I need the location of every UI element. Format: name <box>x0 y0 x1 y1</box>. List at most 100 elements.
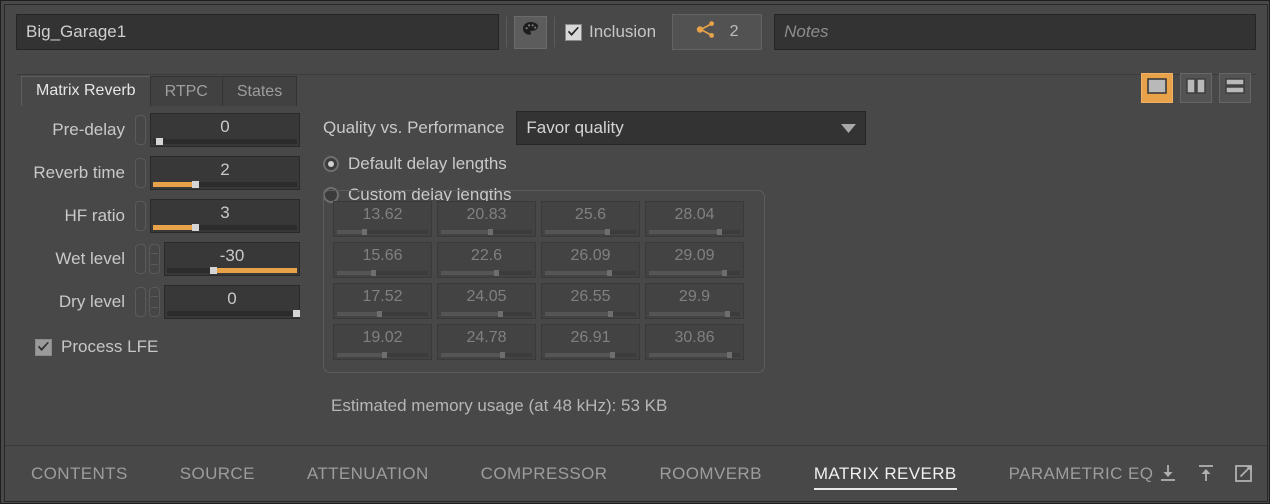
param-slider-pre-delay[interactable]: 0 <box>150 112 300 147</box>
delay-track[interactable] <box>337 229 428 235</box>
delay-track[interactable] <box>649 352 740 358</box>
delay-handle[interactable] <box>377 311 383 317</box>
slider-handle[interactable] <box>191 180 199 188</box>
bottom-tab-roomverb[interactable]: ROOMVERB <box>633 446 787 502</box>
delay-track[interactable] <box>441 311 532 317</box>
delay-cell[interactable]: 22.6 <box>437 242 536 278</box>
delay-cell[interactable]: 13.62 <box>333 201 432 237</box>
process-lfe-checkbox[interactable]: Process LFE <box>35 337 315 357</box>
automation-indicator[interactable] <box>149 286 160 317</box>
slider-handle[interactable] <box>191 223 199 231</box>
tab-rtpc[interactable]: RTPC <box>149 76 223 106</box>
delay-handle[interactable] <box>605 229 611 235</box>
notes-field[interactable]: Notes <box>774 14 1256 50</box>
rtpc-link-indicator[interactable] <box>135 286 146 317</box>
delay-cell[interactable]: 29.09 <box>645 242 744 278</box>
slider-handle[interactable] <box>155 137 163 145</box>
bottom-tab-compressor[interactable]: COMPRESSOR <box>455 446 634 502</box>
share-references-button[interactable]: 2 <box>672 14 763 50</box>
delay-handle[interactable] <box>724 311 730 317</box>
export-upload-icon[interactable] <box>1195 462 1217 484</box>
param-slider-reverb-time[interactable]: 2 <box>150 155 300 190</box>
delay-track[interactable] <box>441 352 532 358</box>
delay-track[interactable] <box>441 229 532 235</box>
delay-handle[interactable] <box>606 270 612 276</box>
delay-cell[interactable]: 26.91 <box>541 324 640 360</box>
layout-single-pane-button[interactable] <box>1141 73 1173 103</box>
param-link-indicators[interactable] <box>135 200 146 231</box>
delay-cell[interactable]: 24.78 <box>437 324 536 360</box>
layout-horizontal-split-button[interactable] <box>1219 73 1251 103</box>
delay-track[interactable] <box>649 229 740 235</box>
delay-track[interactable] <box>649 311 740 317</box>
param-slider-dry-level[interactable]: 0 <box>164 284 301 319</box>
delay-track[interactable] <box>337 352 428 358</box>
delay-handle[interactable] <box>370 270 376 276</box>
delay-track[interactable] <box>337 311 428 317</box>
slider-track[interactable] <box>153 223 297 231</box>
delay-handle[interactable] <box>381 352 387 358</box>
param-link-indicators[interactable] <box>135 286 160 317</box>
delay-cell[interactable]: 20.83 <box>437 201 536 237</box>
slider-track[interactable] <box>167 309 301 317</box>
delay-handle[interactable] <box>488 229 494 235</box>
delay-handle[interactable] <box>717 229 723 235</box>
bottom-tab-attenuation[interactable]: ATTENUATION <box>281 446 455 502</box>
radio-default-delay-lengths[interactable]: Default delay lengths <box>323 148 923 179</box>
delay-cell[interactable]: 19.02 <box>333 324 432 360</box>
tab-states[interactable]: States <box>221 76 298 106</box>
delay-cell[interactable]: 26.55 <box>541 283 640 319</box>
delay-cell[interactable]: 29.9 <box>645 283 744 319</box>
delay-handle[interactable] <box>727 352 733 358</box>
delay-handle[interactable] <box>500 352 506 358</box>
object-name-field[interactable]: Big_Garage1 <box>16 14 499 50</box>
process-lfe-checkbox-box[interactable] <box>35 338 52 356</box>
delay-track[interactable] <box>545 270 636 276</box>
bottom-tab-source[interactable]: SOURCE <box>154 446 281 502</box>
layout-vertical-split-button[interactable] <box>1180 73 1212 103</box>
delay-handle[interactable] <box>362 229 368 235</box>
slider-track[interactable] <box>153 180 297 188</box>
delay-track[interactable] <box>545 229 636 235</box>
open-external-icon[interactable] <box>1233 462 1255 484</box>
slider-handle[interactable] <box>293 309 301 317</box>
delay-track[interactable] <box>337 270 428 276</box>
param-link-indicators[interactable] <box>135 243 160 274</box>
tab-matrix-reverb[interactable]: Matrix Reverb <box>21 76 151 106</box>
chevron-down-icon[interactable] <box>841 118 857 138</box>
delay-cell[interactable]: 28.04 <box>645 201 744 237</box>
delay-track[interactable] <box>649 270 740 276</box>
delay-handle[interactable] <box>607 311 613 317</box>
delay-handle[interactable] <box>609 352 615 358</box>
delay-handle[interactable] <box>493 270 499 276</box>
rtpc-link-indicator[interactable] <box>135 157 146 188</box>
delay-cell[interactable]: 26.09 <box>541 242 640 278</box>
slider-track[interactable] <box>153 137 297 145</box>
param-slider-hf-ratio[interactable]: 3 <box>150 198 300 233</box>
import-download-icon[interactable] <box>1157 462 1179 484</box>
delay-handle[interactable] <box>498 311 504 317</box>
delay-track[interactable] <box>545 311 636 317</box>
delay-cell[interactable]: 15.66 <box>333 242 432 278</box>
rtpc-link-indicator[interactable] <box>135 243 146 274</box>
param-link-indicators[interactable] <box>135 157 146 188</box>
delay-cell[interactable]: 24.05 <box>437 283 536 319</box>
inclusion-checkbox[interactable]: Inclusion <box>565 22 656 42</box>
rtpc-link-indicator[interactable] <box>135 114 146 145</box>
slider-handle[interactable] <box>209 266 217 274</box>
bottom-tab-contents[interactable]: CONTENTS <box>5 446 154 502</box>
delay-track[interactable] <box>441 270 532 276</box>
param-slider-wet-level[interactable]: -30 <box>164 241 300 276</box>
quality-dropdown[interactable]: Favor quality <box>516 111 867 145</box>
delay-track[interactable] <box>545 352 636 358</box>
param-link-indicators[interactable] <box>135 114 146 145</box>
delay-handle[interactable] <box>721 270 727 276</box>
radio-button[interactable] <box>323 155 339 172</box>
delay-cell[interactable]: 25.6 <box>541 201 640 237</box>
bottom-tab-parametric-eq[interactable]: PARAMETRIC EQ <box>983 446 1180 502</box>
bottom-tab-matrix-reverb[interactable]: MATRIX REVERB <box>788 446 983 502</box>
delay-cell[interactable]: 17.52 <box>333 283 432 319</box>
inclusion-checkbox-box[interactable] <box>565 23 582 41</box>
palette-icon-button[interactable] <box>514 15 547 49</box>
rtpc-link-indicator[interactable] <box>135 200 146 231</box>
